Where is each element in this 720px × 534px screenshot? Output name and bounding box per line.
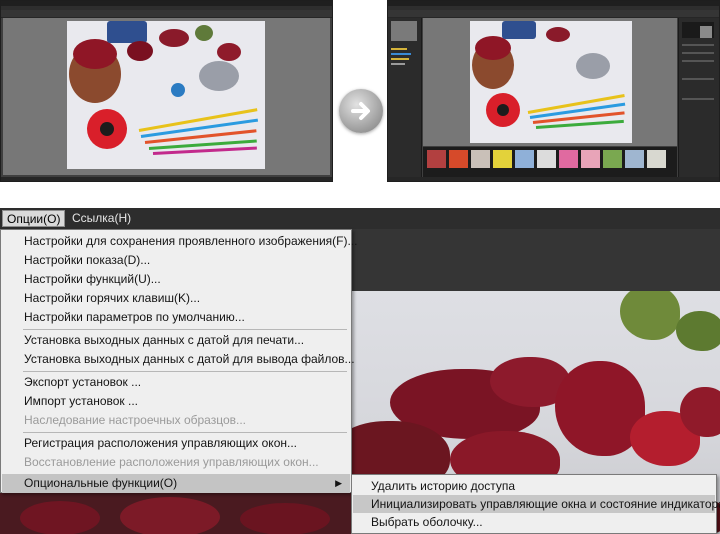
transition-arrow (339, 89, 383, 133)
thumbnail[interactable] (625, 150, 644, 168)
tool-palette (678, 18, 719, 177)
preview-photo (67, 21, 265, 169)
thumbnail[interactable] (581, 150, 600, 168)
menu-item-save-settings[interactable]: Настройки для сохранения проявленного из… (2, 232, 357, 251)
thumbnail[interactable] (493, 150, 512, 168)
thumbnail[interactable] (449, 150, 468, 168)
menu-item-register-window-layout[interactable]: Регистрация расположения управляющих око… (2, 434, 350, 453)
image-viewport (3, 18, 330, 175)
menu-bar: Опции(O) Ссылка(H) (0, 208, 720, 229)
menu-separator (23, 371, 347, 372)
app-toolbar (1, 10, 332, 18)
menu-item-label: Опциональные функции(O) (24, 476, 178, 490)
chevron-right-icon: ▶ (335, 478, 342, 488)
menu-item-file-date-output[interactable]: Установка выходных данных с датой для вы… (2, 350, 355, 369)
options-dropdown: Настройки для сохранения проявленного из… (0, 229, 357, 493)
menu-item-restore-window-layout: Восстановление расположения управляющих … (24, 455, 319, 469)
app-status-bar (388, 177, 719, 181)
thumbnail-filmstrip (423, 147, 677, 177)
menu-item-hotkey-settings[interactable]: Настройки горячих клавиш(K)... (2, 289, 350, 308)
after-layout-screenshot (387, 0, 720, 182)
thumbnail[interactable] (647, 150, 666, 168)
arrow-right-icon (351, 102, 370, 120)
thumbnail[interactable] (537, 150, 556, 168)
app-toolbar (388, 10, 719, 18)
menu-item-print-date-output[interactable]: Установка выходных данных с датой для пе… (2, 331, 350, 350)
menu-options[interactable]: Опции(O) (2, 210, 66, 227)
thumbnail[interactable] (559, 150, 578, 168)
menu-separator (23, 432, 347, 433)
thumbnail[interactable] (603, 150, 622, 168)
submenu-item-reset-windows[interactable]: Инициализировать управляющие окна и сост… (353, 495, 720, 513)
histogram (682, 22, 714, 38)
preview-photo (470, 21, 632, 143)
image-viewport (423, 18, 677, 146)
menu-item-import-settings[interactable]: Импорт установок ... (2, 392, 350, 411)
menu-separator (23, 329, 347, 330)
before-layout-screenshot (0, 0, 333, 182)
submenu-item-clear-history[interactable]: Удалить историю доступа (353, 477, 715, 495)
menu-item-optional-functions[interactable]: Опциональные функции(O) ▶ (2, 474, 350, 493)
thumbnail[interactable] (427, 150, 446, 168)
folder-panel (388, 18, 422, 177)
toolbar-area (350, 229, 720, 291)
optional-functions-submenu: Удалить историю доступа Инициализировать… (351, 474, 720, 534)
menu-item-display-settings[interactable]: Настройки показа(D)... (2, 251, 350, 270)
app-status-bar (1, 177, 332, 181)
submenu-item-choose-skin[interactable]: Выбрать оболочку... (353, 513, 715, 531)
thumbnail[interactable] (471, 150, 490, 168)
thumbnail[interactable] (515, 150, 534, 168)
menu-item-export-settings[interactable]: Экспорт установок ... (2, 373, 350, 392)
menu-item-default-settings[interactable]: Настройки параметров по умолчанию... (2, 308, 350, 327)
menu-link[interactable]: Ссылка(H) (68, 210, 135, 227)
options-menu-screenshot: Опции(O) Ссылка(H) Настройки для сохране… (0, 208, 720, 534)
background-photo-left (0, 493, 352, 534)
navigator-thumbnail (391, 21, 417, 41)
menu-item-function-settings[interactable]: Настройки функций(U)... (2, 270, 350, 289)
menu-item-inherit-presets: Наследование настроечных образцов... (24, 413, 246, 427)
